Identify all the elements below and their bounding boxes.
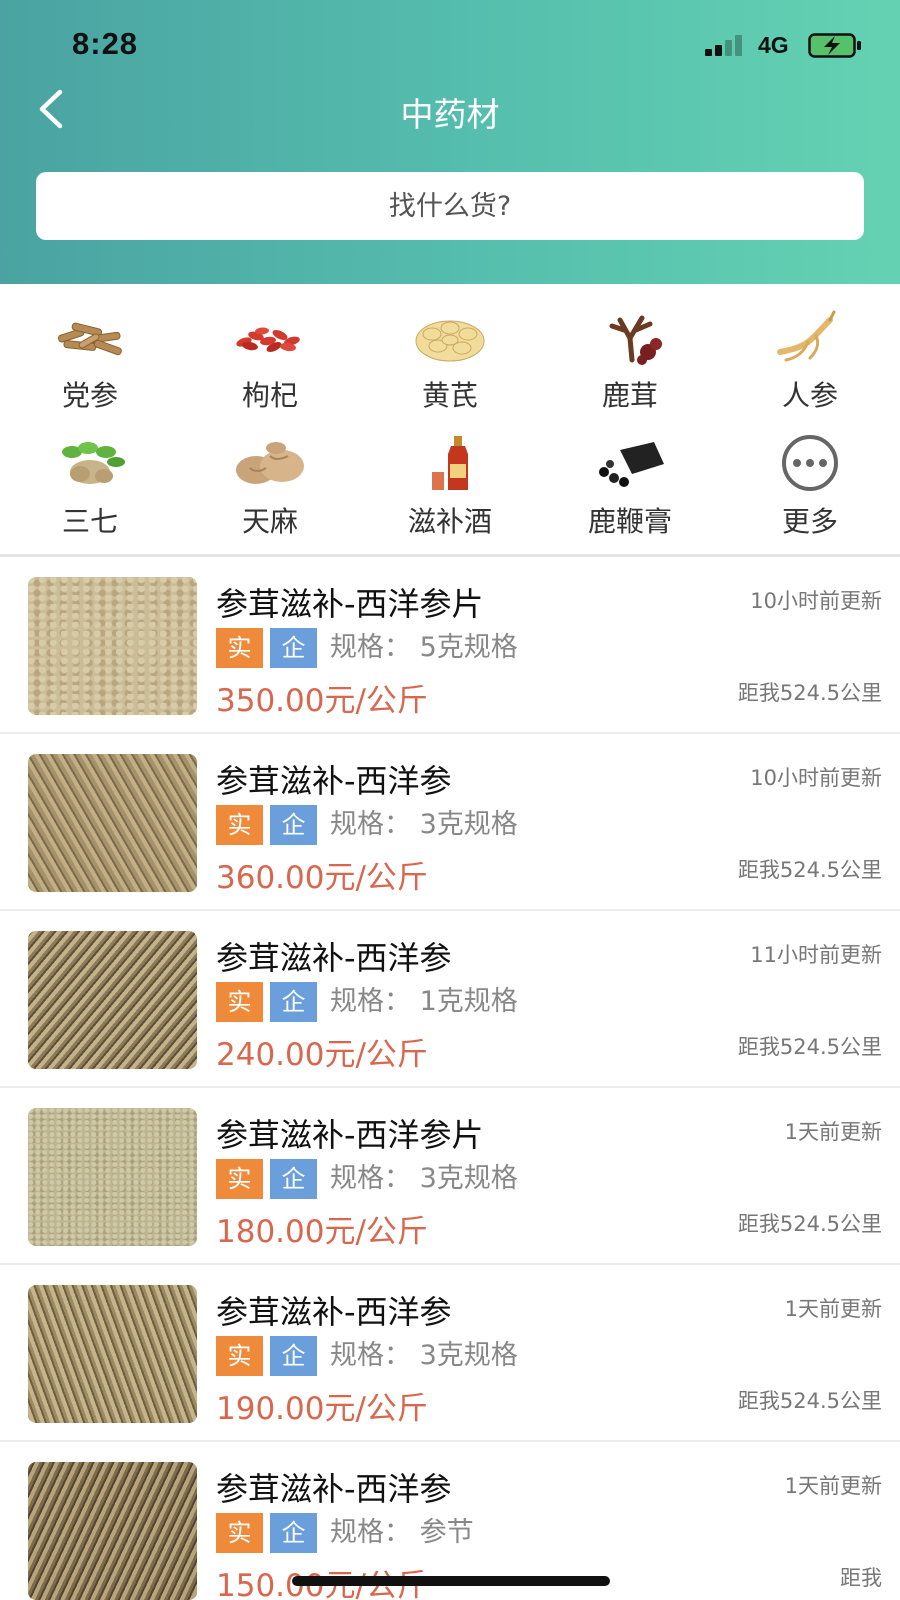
company-badge: 企 <box>270 628 317 668</box>
more-icon <box>782 435 838 491</box>
list-item[interactable]: 参茸滋补-西洋参 1天前更新 实 企 规格： 3克规格 190.00元/公斤 距… <box>0 1265 900 1442</box>
update-time: 1天前更新 <box>784 1120 882 1144</box>
update-time: 10小时前更新 <box>750 766 882 790</box>
list-item[interactable]: 参茸滋补-西洋参 11小时前更新 实 企 规格： 1克规格 240.00元/公斤… <box>0 911 900 1088</box>
status-time: 8:28 <box>72 26 139 61</box>
network-type: 4G <box>758 32 789 58</box>
product-image <box>28 931 197 1069</box>
category-tianma[interactable]: 天麻 <box>180 414 360 542</box>
company-badge: 企 <box>270 1513 317 1553</box>
update-time: 10小时前更新 <box>750 589 882 613</box>
signal-icon <box>705 34 747 56</box>
verified-badge: 实 <box>216 805 263 845</box>
category-huangqi[interactable]: 黄芪 <box>360 288 540 416</box>
product-spec: 规格： 5克规格 <box>330 632 518 663</box>
product-image <box>28 1462 197 1600</box>
category-goji[interactable]: 枸杞 <box>180 288 360 416</box>
list-item[interactable]: 参茸滋补-西洋参片 10小时前更新 实 企 规格： 5克规格 350.00元/公… <box>0 557 900 734</box>
product-spec: 规格： 3克规格 <box>330 1340 518 1371</box>
status-bar: 8:28 4G <box>0 0 900 90</box>
product-list: 参茸滋补-西洋参片 10小时前更新 实 企 规格： 5克规格 350.00元/公… <box>0 557 900 1600</box>
category-more[interactable]: 更多 <box>720 414 900 542</box>
product-name: 参茸滋补-西洋参 <box>216 939 452 977</box>
product-price: 240.00元/公斤 <box>216 1037 428 1073</box>
update-time: 1天前更新 <box>784 1297 882 1321</box>
wine-bottle-icon <box>432 436 468 490</box>
company-badge: 企 <box>270 982 317 1022</box>
category-dangshen[interactable]: 党参 <box>0 288 180 416</box>
product-distance: 距我524.5公里 <box>737 1212 882 1236</box>
dangshen-icon <box>57 322 122 356</box>
verified-badge: 实 <box>216 982 263 1022</box>
product-name: 参茸滋补-西洋参 <box>216 762 452 800</box>
search-input[interactable] <box>36 172 864 240</box>
list-item[interactable]: 参茸滋补-西洋参 10小时前更新 实 企 规格： 3克规格 360.00元/公斤… <box>0 734 900 911</box>
tianma-icon <box>236 442 304 484</box>
category-label: 三七 <box>61 505 118 538</box>
update-time: 1天前更新 <box>784 1474 882 1498</box>
product-price: 360.00元/公斤 <box>216 860 428 896</box>
category-ginseng[interactable]: 人参 <box>720 288 900 416</box>
paste-block-icon <box>599 442 664 487</box>
antler-icon <box>609 315 662 365</box>
category-label: 天麻 <box>241 505 298 538</box>
category-grid: 党参 枸杞 黄芪 鹿茸 人参 三七 天麻 滋补酒 鹿鞭膏 更多 <box>0 284 900 554</box>
product-distance: 距我 <box>840 1566 882 1590</box>
product-price: 350.00元/公斤 <box>216 683 428 719</box>
sanqi-icon <box>62 442 125 484</box>
verified-badge: 实 <box>216 628 263 668</box>
verified-badge: 实 <box>216 1159 263 1199</box>
product-price: 190.00元/公斤 <box>216 1391 428 1427</box>
product-spec: 规格： 参节 <box>330 1517 474 1548</box>
category-label: 更多 <box>781 505 838 538</box>
list-item[interactable]: 参茸滋补-西洋参片 1天前更新 实 企 规格： 3克规格 180.00元/公斤 … <box>0 1088 900 1265</box>
huangqi-icon <box>415 320 485 362</box>
category-label: 鹿鞭膏 <box>587 505 672 538</box>
category-label: 鹿茸 <box>601 379 658 412</box>
category-wine[interactable]: 滋补酒 <box>360 414 540 542</box>
battery-charging-icon <box>808 33 861 58</box>
product-price: 180.00元/公斤 <box>216 1214 428 1250</box>
product-spec: 规格： 1克规格 <box>330 986 518 1017</box>
verified-badge: 实 <box>216 1513 263 1553</box>
product-distance: 距我524.5公里 <box>737 1035 882 1059</box>
category-label: 黄芪 <box>421 379 478 412</box>
product-image <box>28 1285 197 1423</box>
product-name: 参茸滋补-西洋参片 <box>216 1116 484 1154</box>
home-indicator <box>292 1576 610 1586</box>
product-name: 参茸滋补-西洋参片 <box>216 585 484 623</box>
product-image <box>28 754 197 892</box>
category-label: 枸杞 <box>241 379 298 412</box>
page-title: 中药材 <box>400 95 500 134</box>
category-label: 人参 <box>781 379 838 412</box>
company-badge: 企 <box>270 805 317 845</box>
product-image <box>28 577 197 715</box>
ginseng-icon <box>777 310 836 362</box>
product-name: 参茸滋补-西洋参 <box>216 1293 452 1331</box>
category-paste[interactable]: 鹿鞭膏 <box>540 414 720 542</box>
goji-icon <box>236 327 300 352</box>
product-image <box>28 1108 197 1246</box>
product-name: 参茸滋补-西洋参 <box>216 1470 452 1508</box>
company-badge: 企 <box>270 1336 317 1376</box>
category-label: 滋补酒 <box>407 505 492 538</box>
product-distance: 距我524.5公里 <box>737 1389 882 1413</box>
company-badge: 企 <box>270 1159 317 1199</box>
product-distance: 距我524.5公里 <box>737 858 882 882</box>
category-antler[interactable]: 鹿茸 <box>540 288 720 416</box>
product-distance: 距我524.5公里 <box>737 681 882 705</box>
category-sanqi[interactable]: 三七 <box>0 414 180 542</box>
category-label: 党参 <box>61 379 118 412</box>
verified-badge: 实 <box>216 1336 263 1376</box>
update-time: 11小时前更新 <box>750 943 882 967</box>
product-spec: 规格： 3克规格 <box>330 1163 518 1194</box>
header-bar: 8:28 4G 中药材 <box>0 0 900 284</box>
product-spec: 规格： 3克规格 <box>330 809 518 840</box>
